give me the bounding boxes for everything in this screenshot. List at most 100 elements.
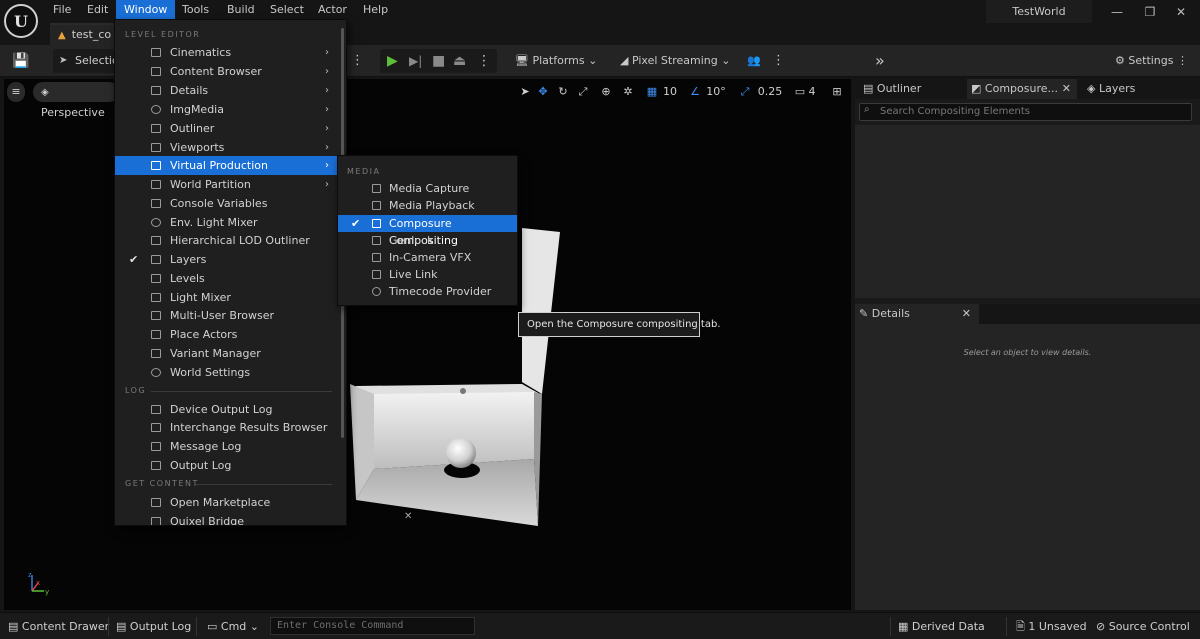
menu-item-cinematics[interactable]: Cinematics › — [115, 43, 337, 62]
svg-text:x: x — [36, 579, 40, 587]
more-options-icon[interactable]: ⋮ — [772, 51, 785, 71]
submenu-item-live-link[interactable]: Live Link — [338, 266, 517, 283]
cmd-dropdown[interactable]: ▭ Cmd ⌄ — [207, 613, 259, 639]
tab-details[interactable]: ✎ Details ✕ — [855, 304, 979, 324]
menu-item-imgmedia[interactable]: ImgMedia › — [115, 100, 337, 119]
menu-tools[interactable]: Tools — [174, 0, 217, 19]
level-tab-label: test_co — [71, 28, 112, 41]
layers-icon — [151, 255, 161, 264]
select-mode-icon[interactable]: ➤ — [518, 83, 532, 101]
env-light-mixer-icon — [151, 218, 161, 227]
pixel-streaming-button[interactable]: ◢ Pixel Streaming ⌄ — [620, 51, 730, 71]
viewport-menu-icon[interactable]: ≡ — [7, 82, 25, 102]
level-document-tab[interactable]: ▲ test_co — [50, 23, 118, 45]
output-log-button[interactable]: ▤ Output Log — [116, 613, 191, 639]
selection-mode-button[interactable]: ➤ Selectio — [53, 49, 119, 73]
platforms-button[interactable]: 🖥 Platforms ⌄ — [515, 51, 597, 71]
console-command-input[interactable]: Enter Console Command — [270, 617, 475, 635]
translate-icon[interactable]: ✥ — [536, 83, 550, 101]
play-options-icon[interactable]: ⋮ — [477, 49, 491, 73]
rotation-snap-icon[interactable]: ∠ — [688, 83, 702, 101]
platforms-icon: 🖥 — [515, 54, 529, 67]
advance-frame-icon[interactable]: ▶| — [409, 49, 422, 73]
menu-item-light-mixer[interactable]: Light Mixer — [115, 288, 337, 307]
expand-toolbar-icon[interactable]: » — [875, 51, 885, 71]
minimize-icon[interactable]: — — [1108, 4, 1126, 20]
submenu-item-genlock[interactable]: Genlock — [338, 232, 517, 249]
menu-item-outliner[interactable]: Outliner › — [115, 119, 337, 138]
multi-user-icon[interactable]: 👥 — [747, 51, 761, 71]
submenu-item-timecode-provider[interactable]: Timecode Provider — [338, 283, 517, 300]
compositing-search-input[interactable]: Search Compositing Elements — [859, 103, 1192, 121]
play-icon[interactable]: ▶ — [387, 49, 398, 73]
menu-item-output-log[interactable]: Output Log — [115, 456, 337, 475]
close-tab-icon[interactable]: ✕ — [1062, 79, 1071, 99]
menu-item-multi-user-browser[interactable]: Multi-User Browser — [115, 306, 337, 325]
menu-item-device-output-log[interactable]: Device Output Log — [115, 400, 337, 419]
save-icon[interactable]: 💾 — [12, 51, 29, 71]
chevron-right-icon: › — [325, 142, 329, 153]
menu-item-world-partition[interactable]: World Partition › — [115, 175, 337, 194]
grid-snap-icon[interactable]: ▦ — [645, 83, 659, 101]
menu-item-layers[interactable]: ✔ Layers — [115, 250, 337, 269]
menu-item-open-marketplace[interactable]: Open Marketplace — [115, 493, 337, 512]
scale-snap-value[interactable]: 0.25 — [755, 83, 785, 101]
menu-item-label: Place Actors — [170, 328, 238, 341]
menu-item-interchange-results-browser[interactable]: Interchange Results Browser — [115, 418, 337, 437]
eject-icon[interactable]: ⏏ — [453, 49, 466, 73]
tab-layers[interactable]: ◈ Layers — [1083, 79, 1193, 99]
more-options-icon[interactable]: ⋮ — [351, 51, 364, 71]
tab-outliner[interactable]: ▤ Outliner — [859, 79, 965, 99]
unsaved-button[interactable]: 🗎 1 Unsaved — [1016, 613, 1087, 639]
tab-composure[interactable]: ◩ Composure... ✕ — [967, 79, 1077, 99]
close-tab-icon[interactable]: ✕ — [962, 304, 971, 324]
menu-item-hlod-outliner[interactable]: Hierarchical LOD Outliner — [115, 231, 337, 250]
source-control-button[interactable]: ⊘ Source Control — [1096, 613, 1190, 639]
menu-window[interactable]: Window — [116, 0, 176, 19]
menu-file[interactable]: File — [45, 0, 79, 19]
menu-item-virtual-production[interactable]: Virtual Production › — [115, 156, 337, 175]
pixel-streaming-label: Pixel Streaming — [631, 54, 718, 67]
grid-snap-value[interactable]: 10 — [662, 83, 678, 101]
menu-build[interactable]: Build — [219, 0, 263, 19]
viewport-layout-icon[interactable]: ⊞ — [830, 83, 844, 101]
menu-item-env-light-mixer[interactable]: Env. Light Mixer — [115, 213, 337, 232]
menu-actor[interactable]: Actor — [310, 0, 355, 19]
menu-item-world-settings[interactable]: World Settings — [115, 363, 337, 382]
menu-item-message-log[interactable]: Message Log — [115, 437, 337, 456]
surface-snap-icon[interactable]: ✲ — [621, 83, 635, 101]
menu-select[interactable]: Select — [262, 0, 312, 19]
menu-item-levels[interactable]: Levels — [115, 269, 337, 288]
menu-item-quixel-bridge[interactable]: Quixel Bridge — [115, 512, 337, 526]
unreal-logo-icon[interactable]: U — [4, 4, 38, 38]
submenu-item-composure-compositing[interactable]: ✔ Composure Compositing — [338, 215, 517, 247]
camera-speed-value[interactable]: 4 — [806, 83, 818, 101]
menu-item-console-variables[interactable]: Console Variables — [115, 194, 337, 213]
submenu-item-media-capture[interactable]: Media Capture — [338, 180, 517, 197]
content-drawer-button[interactable]: ▤ Content Drawer — [8, 613, 109, 639]
unsaved-icon: 🗎 — [1016, 620, 1025, 633]
menu-item-label: Quixel Bridge — [170, 515, 245, 526]
menu-item-content-browser[interactable]: Content Browser › — [115, 62, 337, 81]
restore-icon[interactable]: ❐ — [1141, 4, 1159, 20]
settings-button[interactable]: ⚙ Settings ⋮ — [1115, 51, 1188, 71]
menu-help[interactable]: Help — [355, 0, 396, 19]
menu-item-label: Virtual Production — [170, 159, 268, 172]
stop-icon[interactable]: ■ — [432, 49, 445, 73]
scale-icon[interactable]: ⤢ — [576, 83, 590, 101]
menu-item-details[interactable]: Details › — [115, 81, 337, 100]
menu-item-variant-manager[interactable]: Variant Manager — [115, 344, 337, 363]
perspective-button[interactable]: ◈ Perspective — [33, 82, 119, 119]
derived-data-button[interactable]: ▦ Derived Data — [898, 613, 985, 639]
menu-item-place-actors[interactable]: Place Actors — [115, 325, 337, 344]
close-icon[interactable]: ✕ — [1172, 4, 1190, 20]
menu-item-label: Viewports — [170, 141, 225, 154]
menu-edit[interactable]: Edit — [79, 0, 116, 19]
submenu-item-media-playback[interactable]: Media Playback — [338, 197, 517, 214]
world-space-icon[interactable]: ⊕ — [599, 83, 613, 101]
menu-item-viewports[interactable]: Viewports › — [115, 138, 337, 157]
scale-snap-icon[interactable]: ⤢ — [738, 83, 752, 101]
rotation-snap-value[interactable]: 10° — [704, 83, 728, 101]
rotate-icon[interactable]: ↻ — [556, 83, 570, 101]
submenu-item-in-camera-vfx[interactable]: In-Camera VFX — [338, 249, 517, 266]
